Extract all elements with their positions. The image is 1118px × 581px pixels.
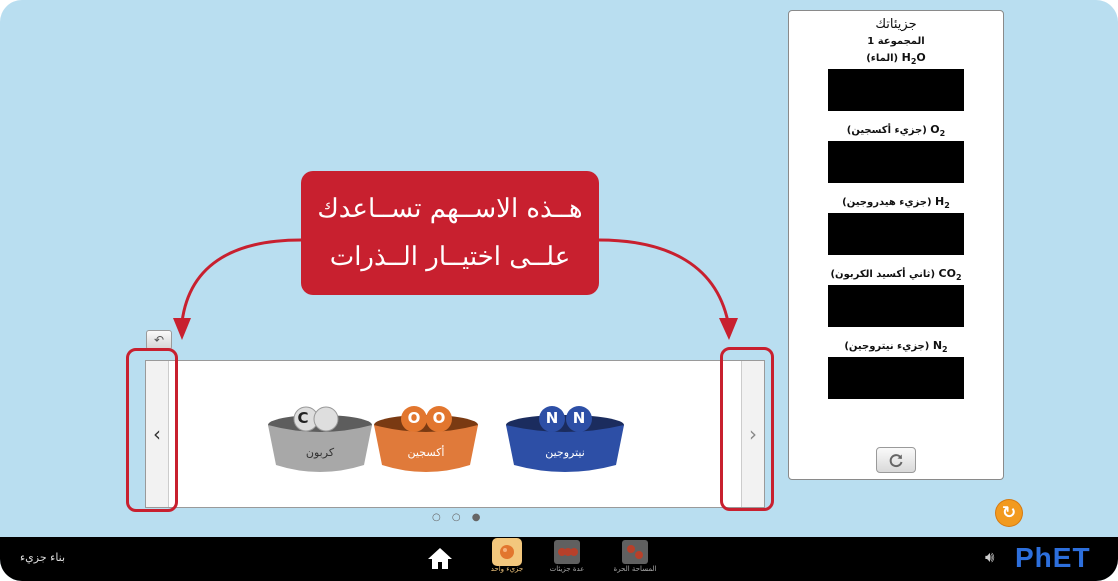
screen-single-molecule-button[interactable]: جزيء واحد — [482, 540, 532, 580]
reset-icon: ↻ — [1001, 503, 1017, 523]
navigation-bar: بناء جزيء جزيء واحد عدة جزيئات المساحة ا… — [0, 537, 1118, 581]
screen-playground-button[interactable]: المساحة الحرة — [610, 540, 660, 580]
atom-symbol: N — [572, 409, 586, 427]
multiple-molecules-icon — [554, 540, 580, 564]
oxygen-bucket[interactable]: O O أكسجين — [372, 401, 480, 476]
phet-logo[interactable]: PhET — [1015, 542, 1091, 574]
carbon-bucket[interactable]: C كربون — [266, 401, 374, 476]
screen-label: جزيء واحد — [490, 565, 524, 573]
highlight-right-arrow — [720, 347, 774, 511]
nitrogen-bucket[interactable]: N N نيتروجين — [504, 401, 626, 476]
screen-label: المساحة الحرة — [613, 565, 657, 573]
sim-title: بناء جزيء — [20, 551, 66, 564]
undo-icon: ↶ — [153, 333, 165, 347]
atom-kit-carousel: ‹ C كربون O O أكسجين N N نيتروجين › — [145, 360, 765, 508]
bucket-label: كربون — [305, 446, 335, 459]
bucket-icon — [268, 406, 372, 472]
atom-symbol: C — [297, 409, 309, 427]
carousel-page-dots[interactable]: ○ ○ ● — [432, 512, 485, 523]
atom-symbol: N — [545, 409, 559, 427]
callout-line: علــى اختيــار الــذرات — [329, 242, 571, 272]
bucket-label: نيتروجين — [545, 446, 585, 459]
bucket-icon — [506, 406, 624, 472]
screen-label: عدة جزيئات — [549, 565, 585, 573]
instruction-callout: هــذه الاســهم تســاعدك علــى اختيــار ا… — [301, 171, 599, 295]
undo-button[interactable]: ↶ — [146, 330, 172, 350]
phet-logo-text: PhET — [1015, 542, 1091, 573]
playground-icon — [622, 540, 648, 564]
screen-multiple-molecules-button[interactable]: عدة جزيئات — [542, 540, 592, 580]
sound-toggle-button[interactable]: 🔊︎ — [985, 548, 994, 566]
single-molecule-icon — [494, 540, 520, 564]
speaker-icon: 🔊︎ — [985, 548, 995, 566]
reset-all-button[interactable]: ↻ — [996, 500, 1022, 526]
callout-line: هــذه الاســهم تســاعدك — [317, 194, 583, 224]
sim-screen: جزيئاتك المجموعة 1 H2O (الماء) O2 (جزيء … — [0, 0, 1118, 581]
atom-symbol: O — [432, 409, 446, 427]
atom-symbol: O — [407, 409, 421, 427]
home-button[interactable] — [425, 543, 455, 573]
highlight-left-arrow — [126, 348, 178, 512]
home-icon — [428, 548, 452, 569]
bucket-label: أكسجين — [407, 446, 445, 459]
